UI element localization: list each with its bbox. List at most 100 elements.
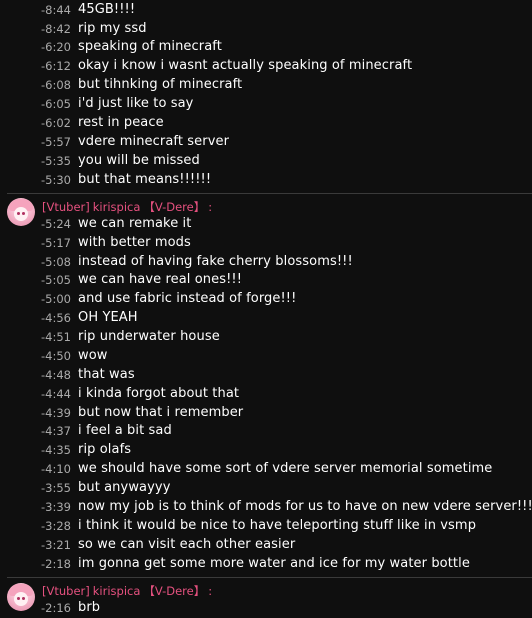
timestamp: -3:39 — [41, 499, 71, 514]
chat-message: -8:44 45GB!!!! — [0, 0, 135, 19]
chat-message: -2:18 im gonna get some more water and ic… — [0, 554, 470, 573]
author-name[interactable]: kirispica — [93, 584, 141, 598]
timestamp: -4:35 — [41, 442, 71, 457]
timestamp: -5:24 — [41, 216, 71, 231]
message-text: you will be missed — [78, 153, 200, 168]
chat-message: -4:48 that was — [0, 365, 135, 384]
message-text: so we can visit each other easier — [78, 537, 296, 552]
message-text: rip underwater house — [78, 329, 220, 344]
timestamp: -3:55 — [41, 480, 71, 495]
author-badge: 【V-Dere】 — [143, 200, 206, 214]
author-role: [Vtuber] — [42, 200, 90, 214]
chat-message: -3:55 but anywayyy — [0, 478, 171, 497]
timestamp: -4:39 — [41, 405, 71, 420]
message-text: now my job is to think of mods for us to… — [78, 499, 532, 514]
timestamp: -4:51 — [41, 329, 71, 344]
chat-message: -4:56 OH YEAH — [0, 308, 138, 327]
chat-message: -5:08 instead of having fake cherry bloss… — [0, 252, 353, 271]
timestamp: -5:30 — [41, 172, 71, 187]
timestamp: -8:42 — [41, 21, 71, 36]
author-colon: : — [208, 200, 213, 214]
message-text: okay i know i wasnt actually speaking of… — [78, 58, 413, 73]
message-text: we should have some sort of vdere server… — [78, 461, 493, 476]
timestamp: -3:28 — [41, 518, 71, 533]
chat-message: -4:10 we should have some sort of vdere s… — [0, 459, 492, 478]
chat-message: -6:20 speaking of minecraft — [0, 37, 222, 56]
chat-message: -4:51 rip underwater house — [0, 327, 220, 346]
message-text: but anywayyy — [78, 480, 171, 495]
message-text: i kinda forgot about that — [78, 386, 240, 401]
chat-message: -5:05 we can have real ones!!! — [0, 270, 242, 289]
message-text: but tihnking of minecraft — [78, 77, 243, 92]
message-group-divider — [7, 577, 532, 578]
chat-message: -8:42 rip my ssd — [0, 19, 147, 38]
message-text: we can have real ones!!! — [78, 272, 243, 287]
message-text: instead of having fake cherry blossoms!!… — [78, 254, 353, 269]
message-text: brb — [78, 600, 101, 615]
chat-message: -4:44 i kinda forgot about that — [0, 384, 239, 403]
chat-message: -4:50 wow — [0, 346, 108, 365]
timestamp: -6:08 — [41, 77, 71, 92]
chat-message: -4:35 rip olafs — [0, 440, 131, 459]
timestamp: -4:37 — [41, 423, 71, 438]
timestamp: -6:05 — [41, 96, 71, 111]
chat-message: -2:16 brb — [0, 598, 100, 617]
message-text: i think it would be nice to have telepor… — [78, 518, 477, 533]
author-colon: : — [208, 584, 213, 598]
timestamp: -4:44 — [41, 386, 71, 401]
timestamp: -5:00 — [41, 291, 71, 306]
timestamp: -4:56 — [41, 310, 71, 325]
chat-message: -5:30 but that means!!!!!! — [0, 170, 211, 189]
chat-message: -5:00 and use fabric instead of forge!!! — [0, 289, 296, 308]
message-text: rest in peace — [78, 115, 164, 130]
message-text: rip my ssd — [78, 21, 147, 36]
chat-message: -3:39 now my job is to think of mods for … — [0, 497, 532, 516]
author-role: [Vtuber] — [42, 584, 90, 598]
chat-message: -3:28 i think it would be nice to have te… — [0, 516, 476, 535]
message-text: we can remake it — [78, 216, 192, 231]
message-text: wow — [78, 348, 108, 363]
chat-message: -3:21 so we can visit each other easier — [0, 535, 295, 554]
message-text: 45GB!!!! — [78, 2, 136, 17]
timestamp: -5:17 — [41, 235, 71, 250]
message-text: with better mods — [78, 235, 191, 250]
chat-message: -5:24 we can remake it — [0, 214, 191, 233]
message-text: OH YEAH — [78, 310, 138, 325]
chat-message: -5:57 vdere minecraft server — [0, 132, 229, 151]
timestamp: -5:08 — [41, 254, 71, 269]
timestamp: -5:05 — [41, 272, 71, 287]
message-text: but now that i remember — [78, 405, 244, 420]
chat-message: -4:39 but now that i remember — [0, 403, 243, 422]
chat-message: -6:08 but tihnking of minecraft — [0, 75, 242, 94]
chat-message: -5:35 you will be missed — [0, 151, 200, 170]
message-text: vdere minecraft server — [78, 134, 230, 149]
chat-message: -6:02 rest in peace — [0, 113, 164, 132]
timestamp: -3:21 — [41, 537, 71, 552]
message-text: that was — [78, 367, 135, 382]
timestamp: -6:20 — [41, 39, 71, 54]
message-text: i'd just like to say — [78, 96, 194, 111]
timestamp: -5:57 — [41, 134, 71, 149]
author-badge: 【V-Dere】 — [143, 584, 206, 598]
message-text: i feel a bit sad — [78, 423, 172, 438]
author-name[interactable]: kirispica — [93, 200, 141, 214]
message-text: speaking of minecraft — [78, 39, 222, 54]
timestamp: -2:16 — [41, 600, 71, 615]
timestamp: -4:50 — [41, 348, 71, 363]
message-group-divider — [7, 193, 532, 194]
message-text: but that means!!!!!! — [78, 172, 212, 187]
chat-message: -6:05 i'd just like to say — [0, 94, 193, 113]
message-text: rip olafs — [78, 442, 132, 457]
author-line[interactable]: [Vtuber] kirispica 【V-Dere】 : — [42, 583, 212, 599]
message-text: and use fabric instead of forge!!! — [78, 291, 297, 306]
chat-message: -6:12 okay i know i wasnt actually speaki… — [0, 56, 412, 75]
timestamp: -6:02 — [41, 115, 71, 130]
timestamp: -4:10 — [41, 461, 71, 476]
timestamp: -5:35 — [41, 153, 71, 168]
message-text: im gonna get some more water and ice for… — [78, 556, 470, 571]
timestamp: -6:12 — [41, 58, 71, 73]
timestamp: -4:48 — [41, 367, 71, 382]
author-line[interactable]: [Vtuber] kirispica 【V-Dere】 : — [42, 199, 212, 215]
chat-message: -4:37 i feel a bit sad — [0, 421, 172, 440]
timestamp: -8:44 — [41, 2, 71, 17]
